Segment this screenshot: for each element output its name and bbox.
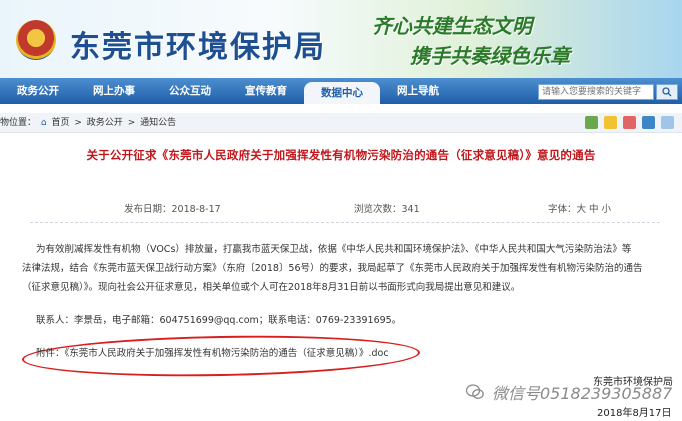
attachment-link[interactable]: 附件：《东莞市人民政府关于加强挥发性有机物污染防治的通告（征求意见稿）》.doc [36, 345, 389, 359]
search-button[interactable] [656, 84, 678, 100]
contact-info: 联系人：李景岳，电子邮箱：604751699@qq.com；联系电话：0769-… [36, 315, 402, 326]
attachment-link-text[interactable]: 附件：《东莞市人民政府关于加强挥发性有机物污染防治的通告（征求意见稿）》.doc [36, 348, 389, 359]
body-paragraph-line-3: （征求意见稿）》。现向社会公开征求意见，相关单位或个人可在2018年8月31日前… [22, 282, 521, 293]
home-icon: ⌂ [40, 118, 47, 128]
national-emblem-icon [16, 20, 56, 60]
font-size-selector[interactable]: 字体：大 中 小 [548, 201, 611, 215]
slogan-line-1: 齐心共建生态文明 [372, 14, 532, 38]
wechat-id: 微信号0518239305887 [492, 384, 673, 403]
divider [30, 222, 660, 223]
view-count: 浏览次数：341 [354, 204, 420, 215]
nav-item-publicity-education[interactable]: 宣传教育 [228, 78, 304, 104]
site-header: 东莞市环境保护局 齐心共建生态文明 携手共奏绿色乐章 [0, 0, 682, 78]
add-favorite-icon[interactable] [585, 116, 598, 129]
breadcrumb-separator: > [74, 118, 82, 128]
article-title: 关于公开征求《东莞市人民政府关于加强挥发性有机物污染防治的通告（征求意见稿）》意… [86, 148, 596, 162]
back-to-top-icon[interactable] [661, 116, 674, 129]
site-title[interactable]: 东莞市环境保护局 [70, 22, 326, 66]
breadcrumb-government-affairs[interactable]: 政务公开 [87, 118, 123, 128]
breadcrumb-separator: > [127, 118, 136, 128]
breadcrumb-prefix: 物位置： [0, 118, 37, 128]
page-tools [585, 116, 674, 129]
slogan-line-2: 携手共奏绿色乐章 [410, 44, 570, 68]
breadcrumb: 物位置： ⌂ 首页 > 政务公开 > 通知公告 [0, 113, 682, 133]
breadcrumb-home[interactable]: 首页 [51, 118, 69, 128]
breadcrumb-notices[interactable]: 通知公告 [140, 118, 176, 128]
search-input[interactable] [538, 84, 654, 100]
nav-item-data-center[interactable]: 数据中心 [304, 82, 380, 104]
nav-item-public-interaction[interactable]: 公众互动 [152, 78, 228, 104]
watermark-date: 2018年8月17日 [597, 408, 672, 419]
body-paragraph-line-1: 为有效削减挥发性有机物（VOCs）排放量，打赢我市蓝天保卫战，依据《中华人民共和… [36, 244, 632, 255]
nav-item-online-navigation[interactable]: 网上导航 [380, 78, 456, 104]
nav-item-government-affairs[interactable]: 政务公开 [0, 78, 76, 104]
close-icon[interactable] [642, 116, 655, 129]
wechat-icon [466, 384, 484, 399]
body-paragraph-line-2: 法律法规，结合《东莞市蓝天保卫战行动方案》（东府〔2018〕56号）的要求，我局… [22, 263, 643, 274]
print-icon[interactable] [623, 116, 636, 129]
share-icon[interactable] [604, 116, 617, 129]
wechat-watermark: 微信号0518239305887 [466, 380, 672, 404]
nav-item-online-services[interactable]: 网上办事 [76, 78, 152, 104]
search-icon [662, 87, 672, 97]
publish-date: 发布日期：2018-8-17 [124, 204, 221, 215]
